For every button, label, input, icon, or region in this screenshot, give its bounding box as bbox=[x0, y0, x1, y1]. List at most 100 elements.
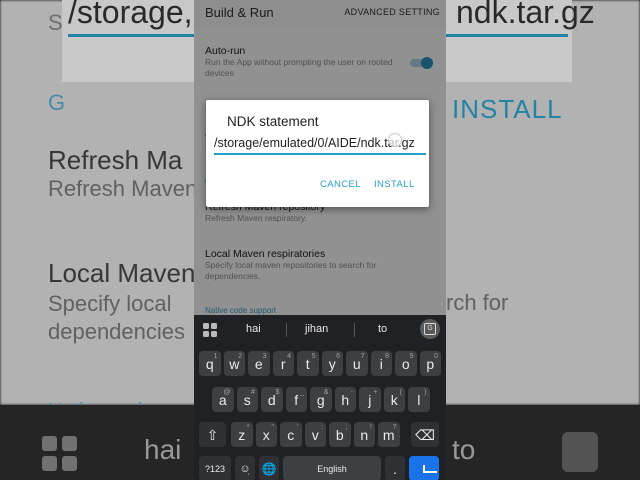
key-hint: 3 bbox=[262, 353, 267, 360]
key-hint: * bbox=[246, 424, 250, 431]
symbols-key[interactable]: ?123 bbox=[199, 456, 231, 480]
key-v[interactable]: v: bbox=[304, 422, 326, 447]
key-c[interactable]: c ' bbox=[280, 422, 302, 447]
key-label: t bbox=[305, 356, 310, 372]
key-n[interactable]: n! bbox=[353, 422, 375, 447]
key-hint: ( bbox=[399, 389, 402, 396]
suggestion-bar: hai jihan to G bbox=[194, 315, 446, 344]
key-hint: : bbox=[321, 424, 323, 431]
key-q[interactable]: q1 bbox=[199, 351, 221, 376]
key-label: o bbox=[401, 356, 410, 372]
enter-key[interactable] bbox=[409, 456, 439, 480]
space-key[interactable]: English bbox=[283, 456, 381, 480]
key-label: n bbox=[360, 427, 369, 443]
key-label: j bbox=[368, 392, 372, 408]
cancel-button[interactable]: CANCEL bbox=[320, 179, 361, 190]
key-label: b bbox=[335, 427, 344, 443]
key-y[interactable]: y6 bbox=[321, 351, 343, 376]
key-label: d bbox=[267, 392, 276, 408]
key-g[interactable]: g & bbox=[310, 387, 332, 412]
key-k[interactable]: k( bbox=[383, 387, 405, 412]
key-m[interactable]: m? bbox=[378, 422, 400, 447]
key-label: e bbox=[254, 356, 263, 372]
key-hint: 1 bbox=[213, 353, 218, 360]
key-label: f bbox=[294, 392, 299, 408]
globe-icon: 🌐 bbox=[261, 462, 277, 476]
key-e[interactable]: e3 bbox=[248, 351, 270, 376]
shift-key[interactable]: ⇧ bbox=[199, 422, 226, 447]
suggestion-2[interactable]: jihan bbox=[305, 323, 328, 335]
key-s[interactable]: s # bbox=[236, 387, 258, 412]
suggestion-divider bbox=[286, 323, 287, 337]
key-label: y bbox=[328, 356, 336, 372]
key-hint: 9 bbox=[409, 353, 414, 360]
key-hint: _ bbox=[300, 389, 304, 396]
soft-keyboard: hai jihan to G q1w2e3r4t5y6u7i8o9p0 a @ s #… bbox=[194, 315, 446, 480]
key-r[interactable]: r4 bbox=[272, 351, 294, 376]
key-f[interactable]: f _ bbox=[285, 387, 307, 412]
key-hint: @ bbox=[223, 389, 231, 396]
key-label: p bbox=[426, 356, 435, 372]
translate-icon[interactable]: G bbox=[420, 319, 440, 339]
key-hint: 6 bbox=[336, 353, 340, 360]
suggestion-1[interactable]: hai bbox=[246, 323, 261, 335]
input-underline bbox=[214, 153, 426, 155]
key-hint: ) bbox=[424, 389, 427, 396]
key-hint: 7 bbox=[360, 353, 365, 360]
key-hint: 0 bbox=[434, 353, 438, 360]
key-hint: ; bbox=[345, 424, 348, 431]
key-label: q bbox=[205, 356, 214, 372]
translate-glyph: G bbox=[424, 323, 436, 335]
backspace-key[interactable]: ⌫ bbox=[411, 422, 439, 447]
key-hint: # bbox=[251, 389, 255, 396]
key-hint: 8 bbox=[385, 353, 389, 360]
dialog-title: NDK statement bbox=[227, 114, 319, 129]
key-hint: ' bbox=[297, 424, 299, 431]
globe-key[interactable]: 🌐 bbox=[259, 456, 279, 480]
phone-screen: Build & Run ADVANCED SETTING Auto-run Ru… bbox=[194, 0, 446, 480]
key-i[interactable]: i8 bbox=[370, 351, 392, 376]
key-hint: ! bbox=[370, 424, 372, 431]
key-label: u bbox=[352, 356, 361, 372]
key-b[interactable]: b; bbox=[329, 422, 351, 447]
key-a[interactable]: a @ bbox=[212, 387, 234, 412]
key-w[interactable]: w2 bbox=[223, 351, 245, 376]
key-label: x bbox=[262, 427, 270, 443]
key-l[interactable]: l) bbox=[408, 387, 430, 412]
key-hint: ? bbox=[392, 424, 397, 431]
key-t[interactable]: t5 bbox=[297, 351, 319, 376]
key-label: c bbox=[287, 427, 295, 443]
key-label: s bbox=[243, 392, 251, 408]
suggestion-divider bbox=[354, 323, 355, 337]
ndk-dialog: NDK statement /storage/emulated/0/AIDE/n… bbox=[206, 100, 429, 207]
key-hint: 4 bbox=[287, 353, 291, 360]
text-cursor-handle[interactable] bbox=[388, 133, 402, 147]
enter-arrow-icon bbox=[423, 465, 437, 473]
key-u[interactable]: u7 bbox=[346, 351, 368, 376]
screen: S /storage, ndk.tar.gz G INSTALL Refresh… bbox=[0, 0, 640, 480]
key-z[interactable]: z * bbox=[231, 422, 253, 447]
comma-hint: , bbox=[247, 466, 250, 476]
key-hint: $ bbox=[275, 389, 280, 396]
period-key[interactable]: . bbox=[385, 456, 405, 480]
key-hint: 5 bbox=[311, 353, 316, 360]
suggestion-3[interactable]: to bbox=[378, 323, 387, 335]
key-label: h bbox=[341, 392, 350, 408]
emoji-key[interactable]: ☺ , bbox=[235, 456, 255, 480]
key-hint: 2 bbox=[238, 353, 242, 360]
key-label: l bbox=[417, 392, 421, 408]
key-h[interactable]: h- bbox=[334, 387, 356, 412]
apps-grid-icon[interactable] bbox=[203, 323, 217, 337]
key-x[interactable]: x " bbox=[255, 422, 277, 447]
key-d[interactable]: d $ bbox=[261, 387, 283, 412]
key-hint: " bbox=[271, 424, 275, 431]
key-j[interactable]: j + bbox=[359, 387, 381, 412]
key-label: z bbox=[238, 427, 246, 443]
key-label: v bbox=[311, 427, 319, 443]
key-p[interactable]: p0 bbox=[419, 351, 441, 376]
key-label: r bbox=[280, 356, 286, 372]
key-label: k bbox=[390, 392, 398, 408]
key-o[interactable]: o9 bbox=[395, 351, 417, 376]
install-button[interactable]: INSTALL bbox=[374, 179, 415, 190]
key-hint: + bbox=[373, 389, 378, 396]
